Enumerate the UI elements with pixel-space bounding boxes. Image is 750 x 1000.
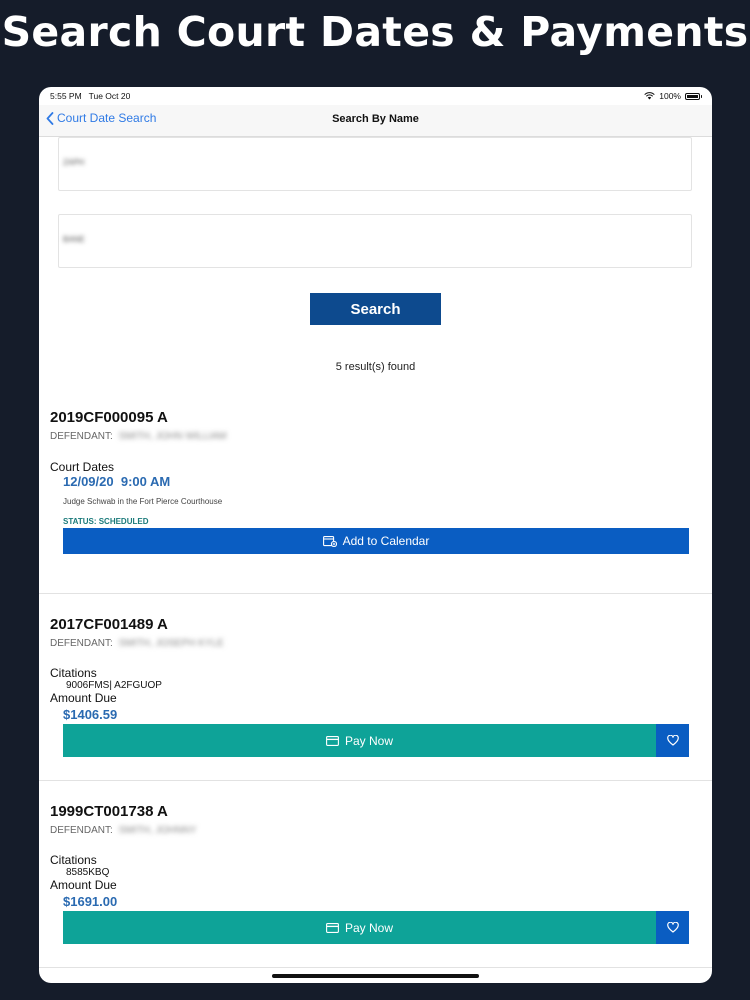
citations-label: Citations: [50, 666, 97, 680]
status-clock: 5:55 PM: [50, 91, 82, 101]
citations-label: Citations: [50, 853, 97, 867]
first-name-value: ZAPH: [63, 158, 85, 167]
citation-value: 9006FMS| A2FGUOP: [66, 680, 162, 691]
status-time: 5:55 PM Tue Oct 20: [50, 91, 130, 101]
search-button[interactable]: Search: [310, 293, 441, 325]
defendant-name: SMITH, JOHN WILLIAM: [118, 431, 227, 442]
case-number: 1999CT001738 A: [50, 803, 168, 820]
add-to-calendar-button[interactable]: Add to Calendar: [63, 528, 689, 554]
first-name-field[interactable]: ZAPH: [58, 137, 692, 191]
last-name-field[interactable]: BANE: [58, 214, 692, 268]
home-indicator[interactable]: [272, 974, 479, 978]
court-date: 12/09/20 9:00 AM: [63, 474, 170, 489]
citation-value: 8585KBQ: [66, 867, 110, 878]
pay-now-label: Pay Now: [344, 920, 394, 935]
results-count: 5 result(s) found: [335, 361, 416, 373]
defendant-label: DEFENDANT:: [50, 825, 113, 836]
amount-due-value: $1691.00: [63, 894, 118, 909]
heart-icon: [666, 735, 679, 746]
add-to-calendar-label: Add to Calendar: [342, 534, 430, 548]
defendant-line: DEFENDANT: SMITH, JOHNNY: [50, 825, 197, 836]
favorite-button[interactable]: [656, 911, 689, 944]
credit-card-icon: [326, 735, 339, 746]
wifi-icon: [644, 92, 655, 100]
court-location: Judge Schwab in the Fort Pierce Courthou…: [63, 497, 223, 506]
case-number: 2019CF000095 A: [50, 409, 168, 426]
nav-bar: Court Date Search Search By Name: [39, 105, 712, 137]
court-date-time: 9:00 AM: [120, 474, 171, 489]
defendant-label: DEFENDANT:: [50, 638, 113, 649]
court-date-day: 12/09/20: [63, 474, 114, 489]
pay-now-label: Pay Now: [344, 733, 394, 748]
divider: [39, 967, 712, 968]
favorite-button[interactable]: [656, 724, 689, 757]
status-badge: STATUS: SCHEDULED: [63, 517, 149, 526]
status-right: 100%: [644, 91, 702, 101]
defendant-label: DEFENDANT:: [50, 431, 113, 442]
tablet-screen: 5:55 PM Tue Oct 20 100% Court Date Searc…: [39, 87, 712, 983]
pay-now-button[interactable]: Pay Now: [63, 724, 656, 757]
amount-due-label: Amount Due: [50, 878, 117, 892]
battery-percent: 100%: [659, 91, 681, 101]
credit-card-icon: [326, 922, 339, 933]
heart-icon: [666, 922, 679, 933]
amount-due-label: Amount Due: [50, 691, 117, 705]
nav-title: Search By Name: [332, 113, 419, 125]
calendar-plus-icon: [322, 536, 337, 547]
divider: [39, 593, 712, 594]
divider: [39, 780, 712, 781]
headline: Search Court Dates & Payments: [1, 8, 749, 56]
case-number: 2017CF001489 A: [50, 616, 168, 633]
status-bar: 5:55 PM Tue Oct 20 100%: [39, 87, 712, 105]
battery-icon: [685, 92, 702, 100]
defendant-line: DEFENDANT: SMITH, JOSEPH KYLE: [50, 638, 224, 649]
defendant-name: SMITH, JOSEPH KYLE: [118, 638, 224, 649]
amount-due-value: $1406.59: [63, 707, 118, 722]
defendant-name: SMITH, JOHNNY: [118, 825, 197, 836]
pay-now-button[interactable]: Pay Now: [63, 911, 656, 944]
status-date: Tue Oct 20: [88, 91, 131, 101]
defendant-line: DEFENDANT: SMITH, JOHN WILLIAM: [50, 431, 227, 442]
court-dates-label: Court Dates: [50, 460, 115, 474]
last-name-value: BANE: [63, 235, 85, 244]
